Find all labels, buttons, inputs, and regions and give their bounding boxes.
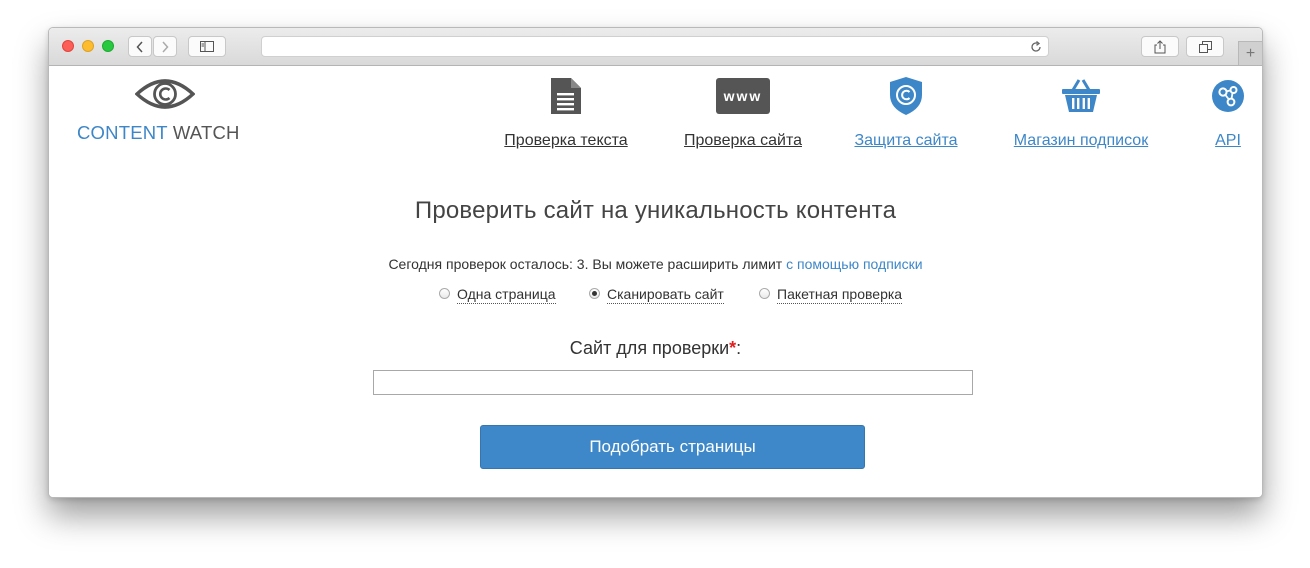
nav-api[interactable]: API bbox=[1205, 76, 1251, 150]
find-pages-button[interactable]: Подобрать страницы bbox=[480, 425, 865, 469]
radio-one-page[interactable] bbox=[439, 287, 450, 299]
back-button[interactable] bbox=[128, 36, 152, 57]
address-bar[interactable] bbox=[261, 36, 1049, 57]
tabs-icon bbox=[1198, 40, 1212, 53]
nav-text-check-label[interactable]: Проверка текста bbox=[499, 132, 633, 150]
nav-site-check-label[interactable]: Проверка сайта bbox=[677, 132, 809, 150]
basket-icon bbox=[1062, 79, 1100, 112]
eye-copyright-icon bbox=[135, 79, 195, 109]
site-field-colon: : bbox=[736, 338, 742, 358]
mode-batch-check-label[interactable]: Пакетная проверка bbox=[777, 286, 903, 304]
shield-icon bbox=[890, 77, 922, 115]
check-limit-notice: Сегодня проверок осталось: 3. Вы можете … bbox=[49, 256, 1262, 272]
nav-text-check[interactable]: Проверка текста bbox=[499, 76, 633, 150]
chevron-right-icon bbox=[162, 40, 169, 53]
tabs-overview-button[interactable] bbox=[1186, 36, 1224, 57]
mode-one-page[interactable]: Одна страница bbox=[439, 286, 556, 304]
subscription-link[interactable]: с помощью подписки bbox=[786, 256, 922, 272]
api-icon bbox=[1212, 80, 1244, 112]
page-content: CONTENT WATCH Проверка текста www Провер… bbox=[49, 66, 1262, 497]
mode-batch-check[interactable]: Пакетная проверка bbox=[759, 286, 903, 304]
nav-site-protection-label[interactable]: Защита сайта bbox=[851, 132, 961, 150]
new-tab-button[interactable]: + bbox=[1238, 41, 1262, 65]
radio-batch-check[interactable] bbox=[759, 287, 770, 299]
sidebar-button[interactable] bbox=[188, 36, 226, 57]
nav-site-protection[interactable]: Защита сайта bbox=[851, 76, 961, 150]
site-field-label: Сайт для проверки*: bbox=[49, 338, 1262, 359]
zoom-window-button[interactable] bbox=[102, 40, 114, 52]
limit-text: Сегодня проверок осталось: 3. Вы можете … bbox=[388, 256, 783, 272]
share-icon bbox=[1154, 39, 1166, 53]
check-mode-radio-group: Одна страница Сканировать сайт Пакетная … bbox=[49, 286, 1262, 308]
share-button[interactable] bbox=[1141, 36, 1179, 57]
mode-scan-site-label[interactable]: Сканировать сайт bbox=[607, 286, 724, 304]
sidebar-icon bbox=[200, 41, 214, 52]
close-window-button[interactable] bbox=[62, 40, 74, 52]
document-icon bbox=[551, 78, 581, 114]
content-watch-logo[interactable]: CONTENT WATCH bbox=[77, 74, 253, 146]
minimize-window-button[interactable] bbox=[82, 40, 94, 52]
logo-text-content: CONTENT bbox=[77, 122, 168, 143]
nav-api-label[interactable]: API bbox=[1205, 132, 1251, 150]
nav-subscription-shop[interactable]: Магазин подписок bbox=[1004, 76, 1158, 150]
www-icon: www bbox=[716, 78, 770, 114]
logo-text: CONTENT WATCH bbox=[77, 122, 240, 144]
site-field-label-text: Сайт для проверки bbox=[569, 338, 730, 358]
chevron-left-icon bbox=[136, 40, 143, 53]
reload-icon[interactable] bbox=[1030, 41, 1042, 53]
browser-window: + CONTENT WATCH Проверка текста www Пров… bbox=[48, 27, 1263, 498]
logo-text-watch: WATCH bbox=[172, 122, 240, 143]
www-icon-text: www bbox=[723, 88, 763, 104]
mode-one-page-label[interactable]: Одна страница bbox=[457, 286, 556, 304]
site-url-input[interactable] bbox=[373, 370, 973, 395]
nav-site-check[interactable]: www Проверка сайта bbox=[677, 76, 809, 150]
browser-toolbar: + bbox=[49, 28, 1262, 66]
forward-button[interactable] bbox=[153, 36, 177, 57]
nav-subscription-shop-label[interactable]: Магазин подписок bbox=[1004, 132, 1158, 150]
mode-scan-site[interactable]: Сканировать сайт bbox=[589, 286, 724, 304]
radio-scan-site[interactable] bbox=[589, 287, 600, 299]
page-title: Проверить сайт на уникальность контента bbox=[414, 197, 897, 224]
